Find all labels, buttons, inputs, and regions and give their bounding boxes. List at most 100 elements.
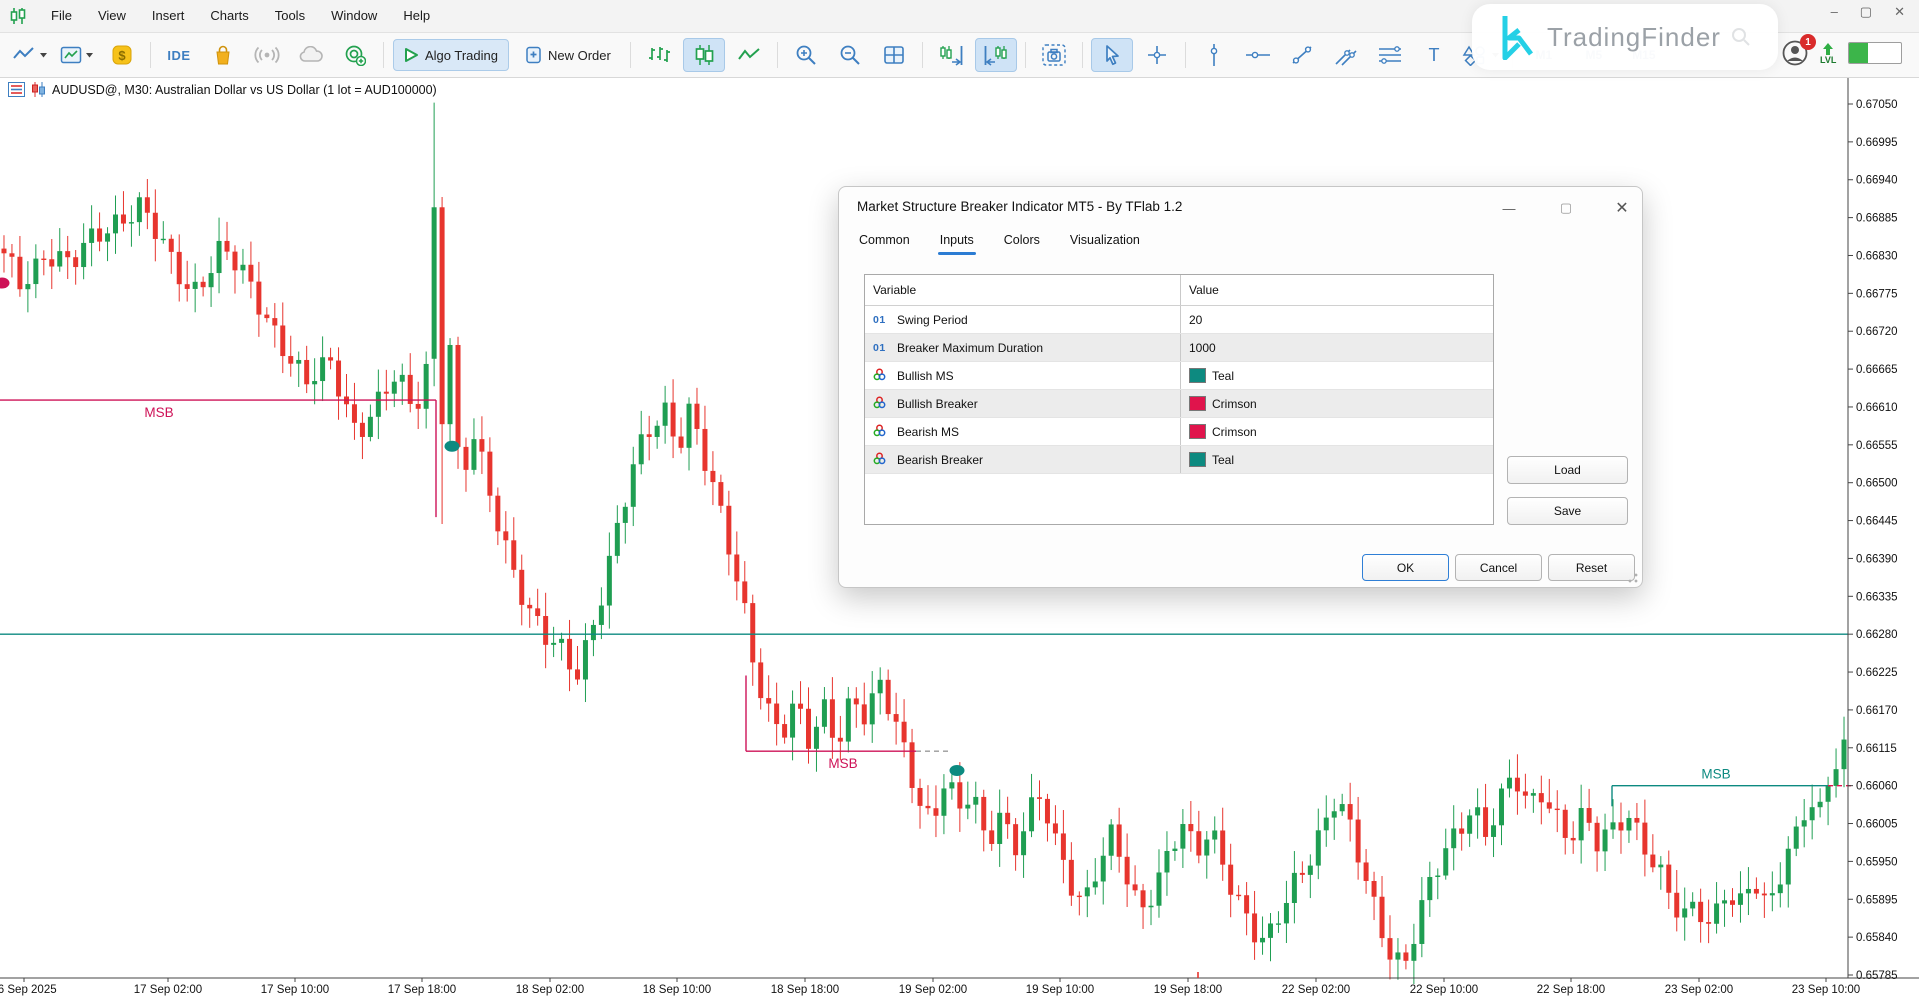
zoom-out-icon[interactable]: [830, 39, 870, 71]
svg-text:18 Sep 18:00: 18 Sep 18:00: [771, 984, 839, 996]
algo-trading-button[interactable]: Algo Trading: [393, 39, 509, 71]
new-order-button[interactable]: New Order: [515, 40, 621, 70]
toolbar-separator: [922, 42, 923, 68]
dialog-tab-colors[interactable]: Colors: [1002, 229, 1042, 255]
vps-icon[interactable]: [291, 39, 331, 71]
svg-text:0.66115: 0.66115: [1856, 743, 1897, 755]
menu-insert[interactable]: Insert: [139, 0, 198, 32]
menu-window[interactable]: Window: [318, 0, 390, 32]
input-row-bullish-ms[interactable]: Bullish MS Teal: [865, 362, 1493, 390]
dialog-tab-common[interactable]: Common: [857, 229, 912, 255]
tile-windows-icon[interactable]: [874, 39, 914, 71]
svg-text:0.65840: 0.65840: [1856, 932, 1898, 944]
price-axis-labels: 0.670500.669950.669400.668850.668300.667…: [1848, 99, 1898, 982]
tradingfinder-watermark: TradingFinder: [1472, 4, 1778, 70]
menu-tools[interactable]: Tools: [262, 0, 318, 32]
window-minimize-button[interactable]: –: [1831, 4, 1838, 20]
input-row-bearish-breaker[interactable]: Bearish Breaker Teal: [865, 446, 1493, 474]
menu-file[interactable]: File: [38, 0, 85, 32]
zoom-in-icon[interactable]: [786, 39, 826, 71]
symbol-description: AUDUSD@, M30: Australian Dollar vs US Do…: [52, 83, 437, 97]
market-icon[interactable]: [203, 39, 243, 71]
color-swatch: [1189, 424, 1206, 439]
mt5-logo-icon: [8, 7, 28, 25]
auto-scroll-icon[interactable]: [931, 39, 971, 71]
window-close-button[interactable]: ✕: [1894, 4, 1905, 20]
deposit-icon[interactable]: $: [102, 39, 142, 71]
dialog-maximize-button[interactable]: ▢: [1551, 197, 1581, 219]
svg-text:17 Sep 18:00: 17 Sep 18:00: [388, 984, 456, 996]
svg-text:0.66225: 0.66225: [1856, 667, 1898, 679]
msb-label: MSB: [828, 756, 857, 771]
toolbar-separator: [383, 42, 384, 68]
ok-button[interactable]: OK: [1362, 554, 1449, 581]
menu-view[interactable]: View: [85, 0, 139, 32]
dialog-minimize-button[interactable]: —: [1494, 197, 1524, 219]
svg-text:0.66995: 0.66995: [1856, 137, 1898, 149]
text-tool-icon[interactable]: T: [1414, 39, 1454, 71]
toolbar-separator: [630, 42, 631, 68]
tradingfinder-logo-icon: [1499, 14, 1537, 60]
menu-help[interactable]: Help: [390, 0, 443, 32]
svg-text:0.66390: 0.66390: [1856, 553, 1898, 565]
vertical-line-icon[interactable]: [1194, 39, 1234, 71]
candle-chart-icon[interactable]: [683, 38, 725, 72]
profiles-icon[interactable]: [56, 39, 98, 71]
input-row-bearish-ms[interactable]: Bearish MS Crimson: [865, 418, 1493, 446]
reset-button[interactable]: Reset: [1548, 554, 1635, 581]
screenshot-icon[interactable]: [1034, 39, 1074, 71]
load-button[interactable]: Load: [1507, 456, 1628, 484]
svg-text:0.66940: 0.66940: [1856, 175, 1898, 187]
color-type-icon: [873, 424, 889, 440]
dialog-resize-grip[interactable]: [1627, 572, 1639, 584]
input-row-bullish-breaker[interactable]: Bullish Breaker Crimson: [865, 390, 1493, 418]
dialog-tab-visualization[interactable]: Visualization: [1068, 229, 1142, 255]
trendline-icon[interactable]: [1282, 39, 1322, 71]
crosshair-icon[interactable]: [1137, 39, 1177, 71]
menu-charts[interactable]: Charts: [197, 0, 261, 32]
svg-text:18 Sep 10:00: 18 Sep 10:00: [643, 984, 711, 996]
column-header-value: Value: [1181, 275, 1493, 305]
dialog-tab-inputs[interactable]: Inputs: [938, 229, 976, 255]
svg-text:0.66280: 0.66280: [1856, 629, 1898, 641]
fibonacci-icon[interactable]: [1370, 39, 1410, 71]
svg-text:19 Sep 18:00: 19 Sep 18:00: [1154, 984, 1222, 996]
copy-trading-icon[interactable]: [335, 39, 375, 71]
svg-text:0.66500: 0.66500: [1856, 478, 1898, 490]
variable-value: Teal: [1212, 369, 1234, 383]
color-swatch: [1189, 452, 1206, 467]
brand-name: TradingFinder: [1547, 22, 1721, 53]
msb-label: MSB: [144, 405, 173, 420]
user-avatar[interactable]: 1: [1782, 40, 1808, 66]
svg-text:0.66610: 0.66610: [1856, 402, 1898, 414]
ide[interactable]: IDE: [159, 39, 199, 71]
color-swatch: [1189, 368, 1206, 383]
color-swatch: [1189, 396, 1206, 411]
bar-chart-icon[interactable]: [639, 39, 679, 71]
input-row-swing-period[interactable]: 01Swing Period 20: [865, 306, 1493, 334]
time-axis-labels: 16 Sep 202517 Sep 02:0017 Sep 10:0017 Se…: [0, 978, 1860, 996]
new-chart-icon[interactable]: [8, 39, 52, 71]
variable-value: Crimson: [1212, 397, 1257, 411]
svg-text:0.67050: 0.67050: [1856, 99, 1898, 111]
window-maximize-button[interactable]: ▢: [1860, 4, 1872, 20]
svg-text:0.66665: 0.66665: [1856, 364, 1898, 376]
variable-name: Bullish Breaker: [897, 397, 978, 411]
channel-icon[interactable]: [1326, 39, 1366, 71]
toolbar-separator: [1082, 42, 1083, 68]
column-header-variable: Variable: [865, 275, 1181, 305]
horizontal-line-icon[interactable]: [1238, 39, 1278, 71]
cancel-button[interactable]: Cancel: [1455, 554, 1542, 581]
variable-value: Teal: [1212, 453, 1234, 467]
chart-shift-icon[interactable]: [975, 38, 1017, 72]
input-row-breaker-maximum-duration[interactable]: 01Breaker Maximum Duration 1000: [865, 334, 1493, 362]
svg-text:16 Sep 2025: 16 Sep 2025: [0, 984, 57, 996]
line-chart-icon[interactable]: [729, 39, 769, 71]
cursor-icon[interactable]: [1091, 38, 1133, 72]
dialog-close-button[interactable]: ✕: [1607, 197, 1637, 219]
svg-text:19 Sep 10:00: 19 Sep 10:00: [1026, 984, 1094, 996]
save-button[interactable]: Save: [1507, 497, 1628, 525]
signals-icon[interactable]: [247, 39, 287, 71]
swing-marker-dot: [0, 278, 10, 289]
color-type-icon: [873, 452, 889, 468]
